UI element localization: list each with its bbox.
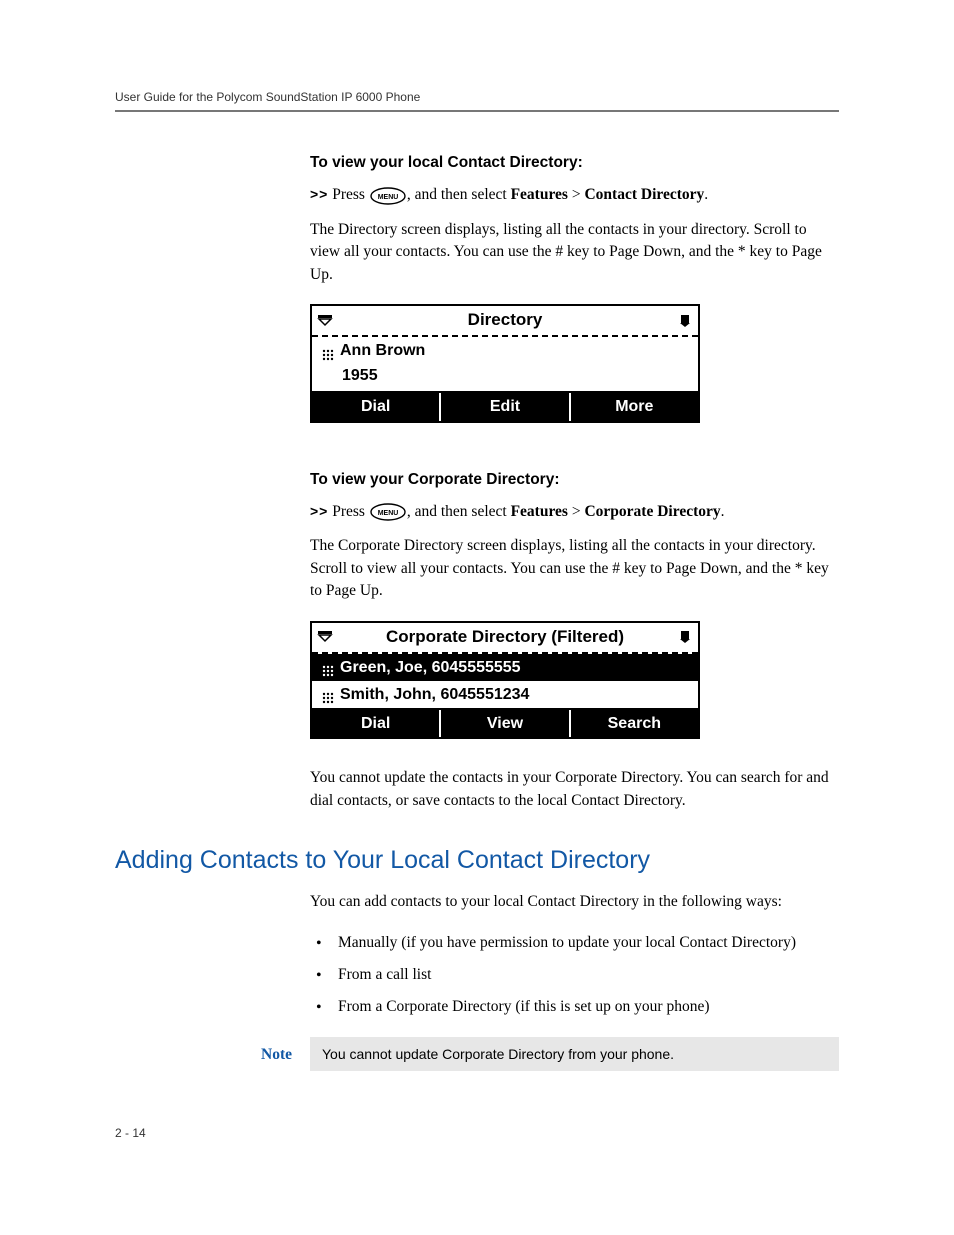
bullet-2: From a call list <box>310 964 839 986</box>
lcd-title: Directory <box>334 308 676 333</box>
step-after-icon: , and then select <box>407 186 511 203</box>
contact-icon <box>322 688 334 700</box>
menu-key-icon: MENU <box>369 503 407 521</box>
subhead-local-dir: To view your local Contact Directory: <box>310 152 839 174</box>
step-gt: > <box>568 186 585 203</box>
lcd-row-name: Ann Brown <box>340 339 425 362</box>
lcd-row-text: Smith, John, 6045551234 <box>340 683 529 706</box>
contact-icon <box>322 345 334 357</box>
note-block: Note You cannot update Corporate Directo… <box>115 1037 839 1071</box>
bullet-list: Manually (if you have permission to upda… <box>310 932 839 1019</box>
step-press: Press <box>332 503 369 520</box>
step-after-icon: , and then select <box>407 503 511 520</box>
page-number: 2 - 14 <box>115 1126 146 1140</box>
step-local: >> Press MENU , and then select Features… <box>310 184 839 206</box>
step-chevron: >> <box>310 503 328 519</box>
home-icon <box>316 629 334 645</box>
step-features: Features <box>511 186 568 203</box>
lcd-row-number: 1955 <box>312 364 698 391</box>
softkey-view: View <box>441 710 570 737</box>
softkey-search: Search <box>571 710 698 737</box>
menu-key-icon: MENU <box>369 187 407 205</box>
step-chevron: >> <box>310 186 328 202</box>
lcd-directory: Directory Ann Brown 1955 <box>310 304 700 422</box>
note-label: Note <box>115 1037 310 1071</box>
lcd-corp-directory: Corporate Directory (Filtered) Green, Jo… <box>310 621 700 739</box>
section-heading: Adding Contacts to Your Local Contact Di… <box>115 846 839 875</box>
step-end: . <box>704 186 708 203</box>
step-press: Press <box>332 186 369 203</box>
step-corpdir: Corporate Directory <box>584 503 720 520</box>
softkey-edit: Edit <box>441 393 570 420</box>
lcd-row-2: Smith, John, 6045551234 <box>312 681 698 708</box>
step-contactdir: Contact Directory <box>584 186 704 203</box>
lcd-row-1: Green, Joe, 6045555555 <box>312 654 698 681</box>
lcd-row-text: Green, Joe, 6045555555 <box>340 656 521 679</box>
note-text: You cannot update Corporate Directory fr… <box>310 1037 839 1071</box>
bullet-3: From a Corporate Directory (if this is s… <box>310 996 839 1018</box>
running-header: User Guide for the Polycom SoundStation … <box>115 90 839 112</box>
home-icon <box>316 313 334 329</box>
softkey-dial: Dial <box>312 393 441 420</box>
step-corp: >> Press MENU , and then select Features… <box>310 501 839 523</box>
step-end: . <box>721 503 725 520</box>
step-gt: > <box>568 503 585 520</box>
subhead-corp-dir: To view your Corporate Directory: <box>310 469 839 491</box>
lcd-row-1: Ann Brown <box>312 337 698 364</box>
svg-text:MENU: MENU <box>378 194 399 201</box>
step-features: Features <box>511 503 568 520</box>
softkey-dial: Dial <box>312 710 441 737</box>
para-after-lcd2: You cannot update the contacts in your C… <box>310 767 839 812</box>
para-corp: The Corporate Directory screen displays,… <box>310 535 839 602</box>
para-local: The Directory screen displays, listing a… <box>310 219 839 286</box>
contact-icon <box>322 661 334 673</box>
softkey-more: More <box>571 393 698 420</box>
svg-text:MENU: MENU <box>378 510 399 517</box>
bullet-1: Manually (if you have permission to upda… <box>310 932 839 954</box>
scroll-icon <box>676 629 694 645</box>
lcd-title: Corporate Directory (Filtered) <box>334 625 676 650</box>
scroll-icon <box>676 313 694 329</box>
para-intro: You can add contacts to your local Conta… <box>310 891 839 913</box>
